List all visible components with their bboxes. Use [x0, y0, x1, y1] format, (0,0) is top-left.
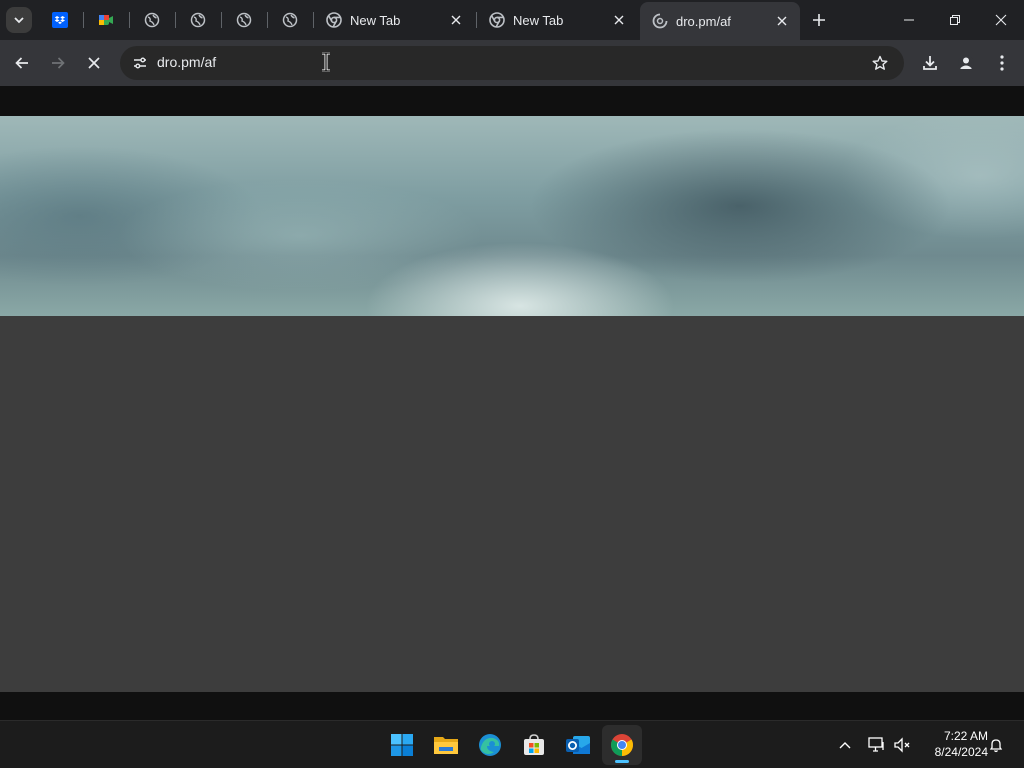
- page-content-area: [0, 316, 1024, 692]
- pinned-tab-globe-1[interactable]: [132, 6, 172, 34]
- bookmark-button[interactable]: [870, 53, 890, 73]
- globe-icon: [144, 12, 160, 28]
- start-button[interactable]: [382, 725, 422, 765]
- show-hidden-icons-button[interactable]: [833, 733, 857, 757]
- more-vert-icon: [1000, 55, 1004, 71]
- restore-icon: [950, 15, 960, 25]
- taskbar-edge[interactable]: [470, 725, 510, 765]
- minimize-button[interactable]: [886, 0, 932, 40]
- plus-icon: [813, 14, 825, 26]
- tab-search-button[interactable]: [6, 7, 32, 33]
- edge-icon: [479, 734, 501, 756]
- google-meet-icon: [99, 15, 113, 25]
- loading-spinner-icon: [652, 13, 668, 29]
- globe-icon: [282, 12, 298, 28]
- profile-button[interactable]: [952, 49, 980, 77]
- address-bar[interactable]: dro.pm/af: [120, 46, 904, 80]
- pinned-tab-globe-4[interactable]: [270, 6, 310, 34]
- windows-start-icon: [391, 734, 413, 756]
- tab-strip: New Tab New Tab dro.pm/af: [0, 0, 1024, 40]
- arrow-right-icon: [52, 57, 65, 69]
- star-icon: [872, 55, 888, 70]
- url-text[interactable]: dro.pm/af: [157, 54, 216, 70]
- pinned-tab-dropbox[interactable]: [40, 6, 80, 34]
- forward-button[interactable]: [44, 49, 72, 77]
- site-info-button[interactable]: [128, 51, 152, 75]
- tab-close-button[interactable]: [446, 10, 466, 30]
- tab-title: New Tab: [350, 12, 401, 28]
- close-icon: [88, 57, 100, 69]
- file-explorer-icon: [434, 737, 458, 754]
- close-icon: [995, 14, 1007, 26]
- taskbar-clock[interactable]: 7:22 AM 8/24/2024: [918, 728, 988, 760]
- menu-button[interactable]: [988, 49, 1016, 77]
- bell-icon: [989, 739, 1003, 753]
- close-icon: [614, 15, 624, 25]
- text-cursor-icon: [322, 52, 330, 72]
- taskbar-outlook[interactable]: [558, 725, 598, 765]
- page-viewport: [0, 86, 1024, 720]
- active-app-indicator: [615, 760, 629, 763]
- volume-muted-icon: [894, 737, 910, 753]
- chevron-down-icon: [14, 17, 24, 24]
- pinned-tab-google-meet[interactable]: [86, 6, 126, 34]
- network-icon: [868, 737, 884, 752]
- windows-taskbar: 7:22 AM 8/24/2024: [0, 720, 1024, 768]
- taskbar-file-explorer[interactable]: [426, 725, 466, 765]
- arrow-left-icon: [15, 57, 28, 69]
- cloudy-sky-image: [0, 116, 1024, 316]
- close-icon: [451, 15, 461, 25]
- person-icon: [958, 55, 974, 71]
- new-tab-button[interactable]: [806, 7, 832, 33]
- outlook-icon: [566, 736, 590, 754]
- tune-icon: [134, 57, 146, 69]
- chrome-icon: [489, 12, 505, 28]
- network-status-button[interactable]: [865, 733, 889, 757]
- volume-button[interactable]: [890, 733, 914, 757]
- stop-loading-button[interactable]: [80, 49, 108, 77]
- tab-close-button[interactable]: [609, 10, 629, 30]
- back-button[interactable]: [8, 49, 36, 77]
- tab-new-tab-1[interactable]: New Tab: [314, 4, 474, 36]
- notifications-button[interactable]: [984, 733, 1008, 757]
- page-footer-band: [0, 692, 1024, 720]
- download-icon: [923, 56, 937, 70]
- clock-time: 7:22 AM: [943, 729, 988, 743]
- tab-close-button[interactable]: [772, 11, 792, 31]
- clock-date: 8/24/2024: [934, 745, 988, 759]
- chrome-icon: [611, 734, 633, 756]
- globe-icon: [190, 12, 206, 28]
- restore-button[interactable]: [932, 0, 978, 40]
- tab-title: New Tab: [513, 12, 564, 28]
- pinned-tab-globe-3[interactable]: [224, 6, 264, 34]
- tab-dro-pm[interactable]: dro.pm/af: [640, 2, 800, 40]
- close-window-button[interactable]: [978, 0, 1024, 40]
- tab-new-tab-2[interactable]: New Tab: [477, 4, 637, 36]
- globe-icon: [236, 12, 252, 28]
- tab-title: dro.pm/af: [676, 13, 731, 29]
- microsoft-store-icon: [524, 734, 544, 755]
- dropbox-icon: [52, 12, 68, 28]
- pinned-tab-globe-2[interactable]: [178, 6, 218, 34]
- taskbar-chrome[interactable]: [602, 725, 642, 765]
- taskbar-microsoft-store[interactable]: [514, 725, 554, 765]
- chevron-up-icon: [839, 742, 851, 749]
- downloads-button[interactable]: [916, 49, 944, 77]
- chrome-icon: [326, 12, 342, 28]
- minimize-icon: [904, 19, 914, 21]
- browser-toolbar: dro.pm/af: [0, 40, 1024, 86]
- close-icon: [777, 16, 787, 26]
